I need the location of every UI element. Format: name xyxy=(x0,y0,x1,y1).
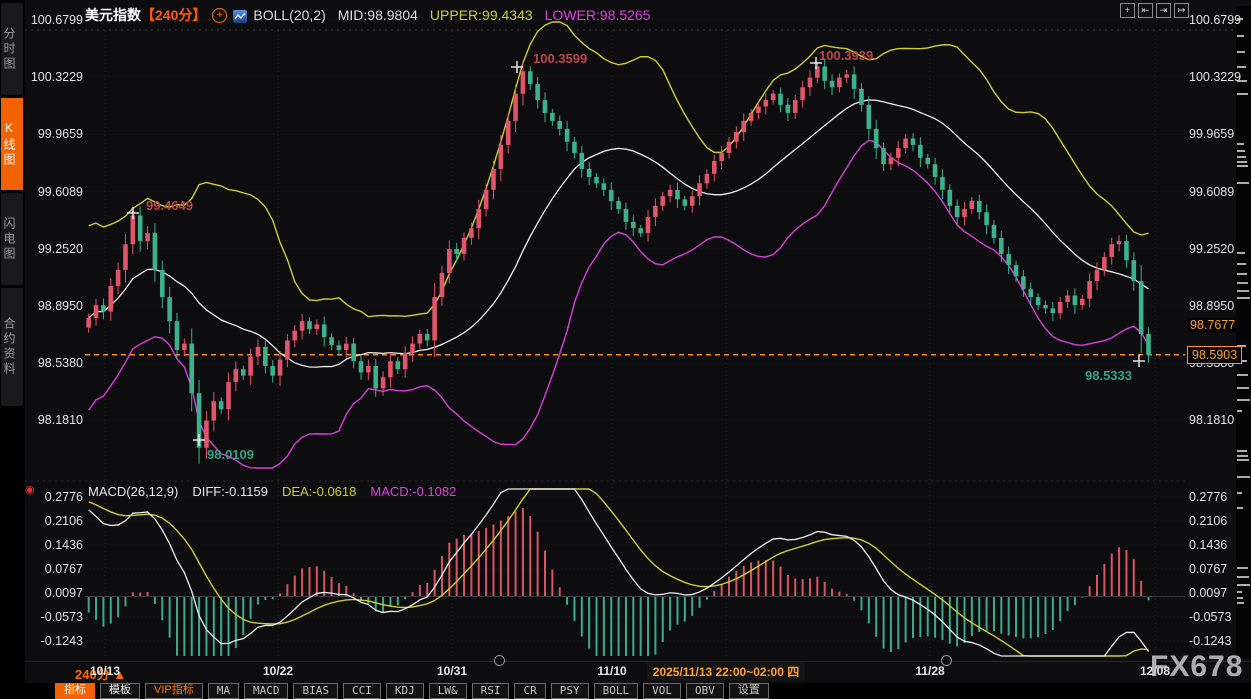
price-tick-left: 100.3229 xyxy=(29,70,83,84)
macd-title: MACD(26,12,9) xyxy=(88,484,178,499)
left-sidebar: 分时图 K线图闪电图合约资料 xyxy=(0,0,25,699)
macd-tick-right: -0.0573 xyxy=(1189,610,1231,624)
sidebar-item-4[interactable]: 合约资料 xyxy=(1,288,23,406)
price-tick-left: 99.2520 xyxy=(29,242,83,256)
macd-tick-left: 0.2106 xyxy=(29,514,83,528)
price-tick-right: 98.1810 xyxy=(1189,413,1234,427)
price-tick-left: 98.1810 xyxy=(29,413,83,427)
bottom-indicator-toolbar: 指标模板 VIP指标 MA MACDBIAS CCI KDJ LW&RSICR PSY BOLL… xyxy=(0,683,1251,699)
swing-low-label: 98.0109 xyxy=(207,447,254,462)
date-tick: 10/13 xyxy=(90,664,120,678)
indicator-button-RSI[interactable]: RSI xyxy=(472,683,510,699)
crosshair-icon[interactable]: + xyxy=(1120,3,1135,18)
swing-high-label: 100.3939 xyxy=(819,48,873,63)
indicator-button-MA[interactable]: MA xyxy=(208,683,239,699)
boll-label: BOLL(20,2) xyxy=(253,7,325,23)
macd-tick-right: 0.2106 xyxy=(1189,514,1227,528)
price-tick-left: 98.5380 xyxy=(29,356,83,370)
macd-tick-left: 0.0097 xyxy=(29,586,83,600)
macd-tick-right: 0.1436 xyxy=(1189,538,1227,552)
swing-high-label: 99.4649 xyxy=(146,198,193,213)
macd-tick-left: 0.2776 xyxy=(29,490,83,504)
watermark: FX678 xyxy=(1150,650,1243,684)
price-tick-right: 98.8950 xyxy=(1189,299,1234,313)
indicator-button-BOLL[interactable]: BOLL xyxy=(594,683,639,699)
macd-header: MACD(26,12,9) DIFF:-0.1159 DEA:-0.0618 M… xyxy=(88,484,456,499)
sidebar-item-3[interactable]: 闪电图 xyxy=(1,193,23,285)
chart-header: 美元指数 【240分】 + BOLL(20,2) MID:98.9804 UPP… xyxy=(25,0,1251,30)
macd-diff-value: DIFF:-0.1159 xyxy=(192,484,268,499)
last-price-label: 98.5903 xyxy=(1187,346,1242,364)
macd-tick-right: 0.0097 xyxy=(1189,586,1227,600)
indicator-button-CCI[interactable]: CCI xyxy=(343,683,381,699)
swing-high-label: 100.3599 xyxy=(533,51,587,66)
date-tick: 11/28 xyxy=(915,664,944,678)
indicator-dot-icon[interactable]: ◉ xyxy=(25,483,35,496)
indicator-button-CR[interactable]: CR xyxy=(514,683,545,699)
indicator-button-KDJ[interactable]: KDJ xyxy=(386,683,424,699)
indicator-button-VIP指标[interactable]: VIP指标 xyxy=(145,683,203,699)
pane-resize-handle[interactable] xyxy=(494,655,505,666)
boll-upper-value: UPPER:99.4343 xyxy=(430,7,533,23)
indicator-button-指标[interactable]: 指标 xyxy=(55,683,95,699)
price-tick-right: 100.3229 xyxy=(1189,70,1241,84)
sidebar-item-1[interactable]: 分时图 xyxy=(1,3,23,95)
macd-dea-value: DEA:-0.0618 xyxy=(282,484,356,499)
pan-last-icon[interactable]: ⇥ xyxy=(1156,3,1171,18)
trading-terminal: 分时图 K线图闪电图合约资料 美元指数 【240分】 + BOLL(20,2) M… xyxy=(0,0,1251,699)
selected-bar-timestamp: 2025/11/13 22:00~02:00 四 xyxy=(647,662,805,681)
date-tick: 11/10 xyxy=(597,664,626,678)
indicator-button-PSY[interactable]: PSY xyxy=(551,683,589,699)
date-tick: 10/22 xyxy=(263,664,293,678)
boll-mid-value: MID:98.9804 xyxy=(338,7,418,23)
pan-first-icon[interactable]: ⇤ xyxy=(1138,3,1153,18)
macd-tick-left: -0.0573 xyxy=(29,610,83,624)
pane-resize-handle[interactable] xyxy=(941,655,952,666)
macd-tick-left: -0.1243 xyxy=(29,634,83,648)
date-tick: 10/31 xyxy=(437,664,467,678)
swing-low-label: 98.5333 xyxy=(1085,368,1132,383)
price-tick-right: 99.6089 xyxy=(1189,185,1234,199)
indicator-button-OBV[interactable]: OBV xyxy=(686,683,724,699)
header-toolbar: +⇤⇥↦ xyxy=(1120,3,1189,18)
indicator-button-MACD[interactable]: MACD xyxy=(244,683,289,699)
indicator-button-LW&[interactable]: LW& xyxy=(429,683,467,699)
price-tick-right: 99.2520 xyxy=(1189,242,1234,256)
price-tick-left: 99.9659 xyxy=(29,127,83,141)
macd-tick-left: 0.0767 xyxy=(29,562,83,576)
price-tick-left: 99.6089 xyxy=(29,185,83,199)
macd-tick-left: 0.1436 xyxy=(29,538,83,552)
indicator-button-BIAS[interactable]: BIAS xyxy=(293,683,338,699)
indicator-button-设置[interactable]: 设置 xyxy=(729,683,769,699)
sidebar-item-2[interactable]: K线图 xyxy=(1,98,23,190)
price-tick-left: 98.8950 xyxy=(29,299,83,313)
macd-tick-right: 0.0767 xyxy=(1189,562,1227,576)
kline-chart-icon xyxy=(233,10,247,23)
indicator-button-模板[interactable]: 模板 xyxy=(100,683,140,699)
price-scrollbar-strip[interactable] xyxy=(1236,6,1251,658)
secondary-price-label: 98.7677 xyxy=(1187,318,1238,332)
go-latest-icon[interactable]: ↦ xyxy=(1174,3,1189,18)
add-favorite-icon[interactable]: + xyxy=(212,8,227,23)
indicator-button-VOL[interactable]: VOL xyxy=(643,683,681,699)
instrument-name: 美元指数 xyxy=(85,5,141,25)
boll-lower-value: LOWER:98.5265 xyxy=(545,7,651,23)
period-label: 【240分】 xyxy=(141,5,206,25)
macd-tick-right: -0.1243 xyxy=(1189,634,1231,648)
macd-bar-value: MACD:-0.1082 xyxy=(370,484,456,499)
price-tick-right: 99.9659 xyxy=(1189,127,1234,141)
chart-canvas[interactable] xyxy=(0,0,1251,699)
macd-tick-right: 0.2776 xyxy=(1189,490,1227,504)
